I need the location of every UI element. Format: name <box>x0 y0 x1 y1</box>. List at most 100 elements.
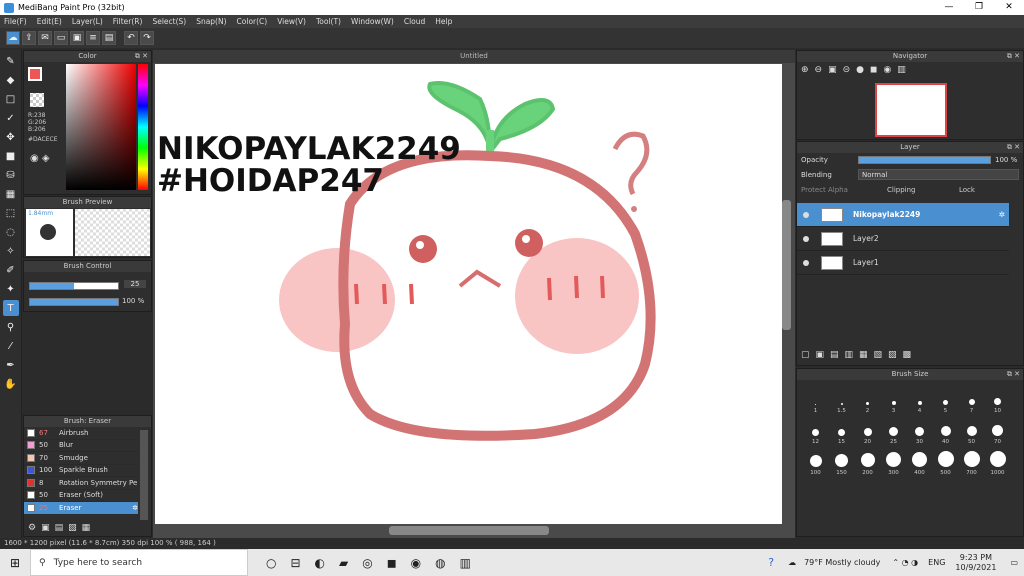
brush-size-slider[interactable] <box>29 282 119 290</box>
transparent-swatch[interactable] <box>30 93 44 107</box>
navigator-toolbar[interactable]: ⊕⊖▣⊝●◼◉▥ <box>797 62 1023 78</box>
gear-icon[interactable]: ✲ <box>999 210 1005 219</box>
brush-item[interactable]: 100 Sparkle Brush <box>24 465 138 477</box>
menu-help[interactable]: Help <box>435 17 452 26</box>
language-indicator[interactable]: ENG <box>928 558 945 567</box>
lock-checkbox[interactable]: Lock <box>959 186 975 194</box>
hue-slider[interactable] <box>138 64 148 190</box>
layer-row[interactable]: Layer2 <box>797 227 1009 251</box>
foreground-color-swatch[interactable] <box>28 67 42 81</box>
brush-size-cell[interactable]: 300 <box>881 446 906 476</box>
brush-list-actions[interactable]: ⚙▣▤▧▦ <box>28 523 95 533</box>
list-icon[interactable]: ≡ <box>86 31 100 45</box>
brush-item[interactable]: 50 Eraser (Soft) <box>24 490 138 502</box>
brush-size-cell[interactable]: 700 <box>959 446 984 476</box>
navigator-thumbnail[interactable] <box>875 83 947 137</box>
canvas-h-scrollbar[interactable] <box>389 526 549 535</box>
windows-start-icon[interactable]: ⊞ <box>0 556 30 570</box>
brush-size-cell[interactable]: 30 <box>907 415 932 445</box>
brush-size-cell[interactable]: 3 <box>881 384 906 414</box>
eyedropper-tool-icon[interactable]: ✒ <box>3 357 19 373</box>
fill-rect-tool-icon[interactable]: ■ <box>3 148 19 164</box>
layer-actions[interactable]: ▢▣▤▥▦▧▨▩ <box>801 350 917 360</box>
text-tool-icon[interactable]: T <box>2 300 19 316</box>
menu-select[interactable]: Select(S) <box>152 17 186 26</box>
comment-icon[interactable]: ✉ <box>38 31 52 45</box>
menu-snap[interactable]: Snap(N) <box>196 17 226 26</box>
brush-item[interactable]: 50 Blur <box>24 440 138 452</box>
blending-select[interactable]: Normal <box>858 169 1019 180</box>
menu-tool[interactable]: Tool(T) <box>316 17 341 26</box>
color-picker-field[interactable] <box>66 64 136 190</box>
eye-icon[interactable] <box>803 235 809 242</box>
redo-icon[interactable]: ↷ <box>140 31 154 45</box>
move-tool-icon[interactable]: ✥ <box>3 129 19 145</box>
brush-size-cell[interactable]: 2 <box>855 384 880 414</box>
menu-color[interactable]: Color(C) <box>237 17 268 26</box>
brush-item[interactable]: 70 Smudge <box>24 452 138 465</box>
select-eraser-icon[interactable]: ✦ <box>3 281 19 297</box>
layer-row[interactable]: Nikopaylak2249 ✲ <box>797 203 1009 227</box>
brush-opacity-slider[interactable] <box>29 298 119 306</box>
eraser-tool-icon[interactable]: ◆ <box>3 72 19 88</box>
operation-tool-icon[interactable]: ⚲ <box>3 319 19 335</box>
brush-item[interactable]: 8 Rotation Symmetry Pe <box>24 477 138 490</box>
brush-size-input[interactable]: 25 <box>124 280 146 288</box>
panel-close-icon[interactable]: ⧉ ✕ <box>1007 369 1020 380</box>
select-pen-icon[interactable]: ✐ <box>3 262 19 278</box>
cloud-icon[interactable]: ☁ <box>6 31 20 45</box>
menu-window[interactable]: Window(W) <box>351 17 394 26</box>
upload-icon[interactable]: ⇪ <box>22 31 36 45</box>
brush-size-cell[interactable]: 12 <box>803 415 828 445</box>
brush-size-cell[interactable]: 40 <box>933 415 958 445</box>
clock[interactable]: 9:23 PM 10/9/2021 <box>955 553 996 573</box>
select-tool-icon[interactable]: ⬚ <box>3 205 19 221</box>
taskbar-search[interactable]: ⚲ Type here to search <box>30 549 248 576</box>
weather-text[interactable]: 79°F Mostly cloudy <box>804 558 880 567</box>
brush-size-cell[interactable]: 1 <box>803 384 828 414</box>
brush-size-cell[interactable]: 50 <box>959 415 984 445</box>
menu-filter[interactable]: Filter(R) <box>113 17 143 26</box>
brush-size-cell[interactable]: 500 <box>933 446 958 476</box>
magic-wand-icon[interactable]: ✧ <box>3 243 19 259</box>
brush-size-cell[interactable]: 1.5 <box>829 384 854 414</box>
close-button[interactable]: ✕ <box>994 0 1024 15</box>
menu-edit[interactable]: Edit(E) <box>37 17 62 26</box>
bucket-tool-icon[interactable]: ⛁ <box>3 167 19 183</box>
brush-size-cell[interactable]: 7 <box>959 384 984 414</box>
eye-icon[interactable] <box>803 211 809 218</box>
menu-file[interactable]: File(F) <box>4 17 27 26</box>
undo-icon[interactable]: ↶ <box>124 31 138 45</box>
brush-size-cell[interactable]: 5 <box>933 384 958 414</box>
brush-size-cell[interactable]: 70 <box>985 415 1010 445</box>
menu-layer[interactable]: Layer(L) <box>72 17 103 26</box>
brush-size-cell[interactable]: 4 <box>907 384 932 414</box>
layer-opacity-slider[interactable] <box>858 156 991 164</box>
gear-icon[interactable]: ✲ <box>132 504 138 512</box>
brush-size-cell[interactable]: 200 <box>855 446 880 476</box>
brush-size-cell[interactable]: 1000 <box>985 446 1010 476</box>
chat-icon[interactable]: ▭ <box>54 31 68 45</box>
brush-list-scrollbar[interactable] <box>140 430 148 520</box>
layer-row[interactable]: Layer1 <box>797 251 1009 275</box>
dot-tool-icon[interactable]: ✓ <box>3 110 19 126</box>
notification-icon[interactable]: ▭ <box>1010 558 1018 567</box>
maximize-button[interactable]: ❐ <box>964 0 994 15</box>
palette-icon[interactable]: ◉ ◈ <box>30 153 50 164</box>
menu-view[interactable]: View(V) <box>277 17 306 26</box>
panel-close-icon[interactable]: ⧉ ✕ <box>1007 142 1020 153</box>
canvas-v-scrollbar[interactable] <box>782 200 791 330</box>
eye-icon[interactable] <box>803 259 809 266</box>
brush-size-cell[interactable]: 150 <box>829 446 854 476</box>
brush-size-cell[interactable]: 20 <box>855 415 880 445</box>
clipping-checkbox[interactable]: Clipping <box>887 186 916 194</box>
lasso-tool-icon[interactable]: ◌ <box>3 224 19 240</box>
panel-icon[interactable]: ▤ <box>102 31 116 45</box>
rectangle-tool-icon[interactable]: □ <box>3 91 19 107</box>
drawing-canvas[interactable]: NIKOPAYLAK2249 #HOIDAP247 <box>155 64 782 524</box>
brush-size-cell[interactable]: 100 <box>803 446 828 476</box>
brush-size-cell[interactable]: 25 <box>881 415 906 445</box>
brush-tool-icon[interactable]: ✎ <box>3 53 19 69</box>
brush-size-cell[interactable]: 400 <box>907 446 932 476</box>
tray-icons[interactable]: ⌃ ◔ ◑ <box>892 558 918 567</box>
